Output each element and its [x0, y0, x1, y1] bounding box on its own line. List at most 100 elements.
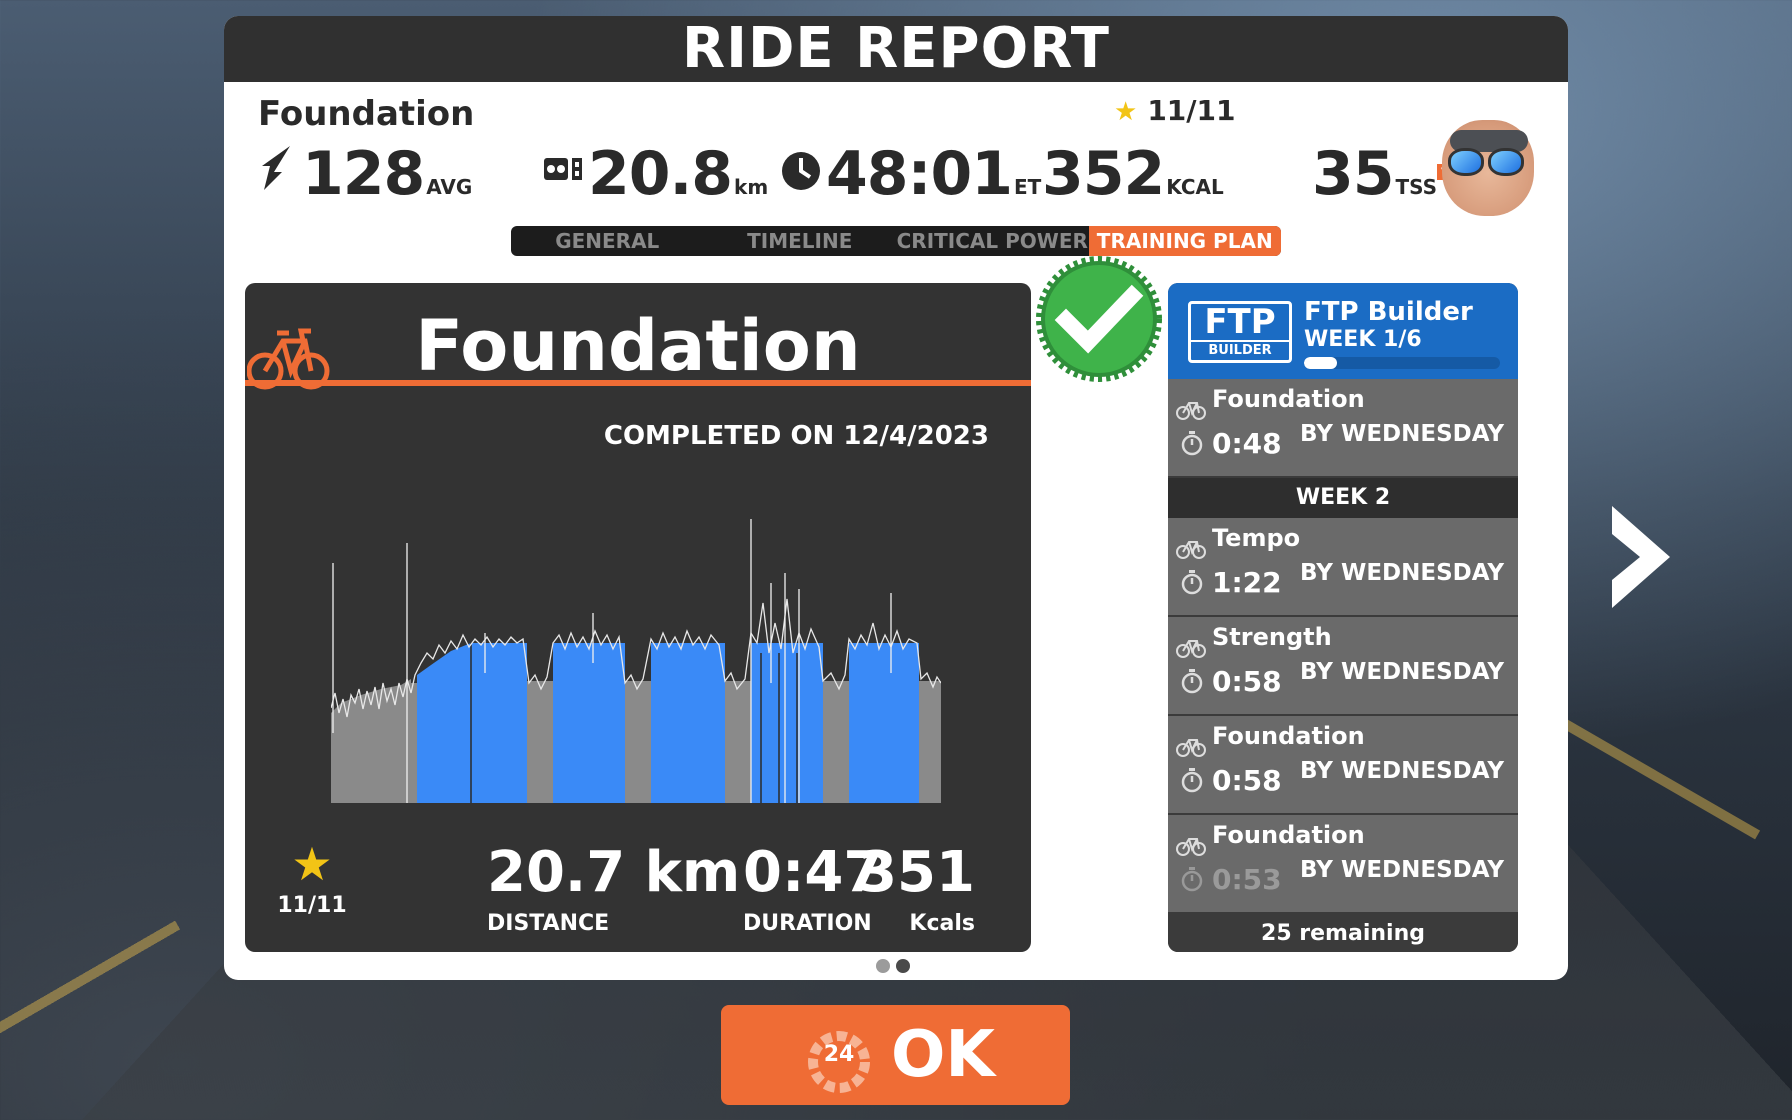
- stopwatch-icon: [1181, 867, 1203, 892]
- plan-item-due: BY WEDNESDAY: [1300, 560, 1504, 586]
- stars-earned-value: 11/11: [1147, 94, 1236, 127]
- plan-item-name: Foundation: [1212, 722, 1365, 750]
- plan-workout-item[interactable]: Tempo 1:22 BY WEDNESDAY: [1168, 518, 1518, 617]
- avatar[interactable]: [1442, 120, 1534, 216]
- page-indicator: [876, 958, 916, 977]
- plan-item-duration: 0:58: [1212, 764, 1282, 797]
- tss-value: 35: [1312, 139, 1394, 209]
- plan-workout-item[interactable]: Foundation 0:53 BY WEDNESDAY: [1168, 815, 1518, 914]
- plan-item-duration: 0:58: [1212, 665, 1282, 698]
- bike-icon: [1176, 640, 1206, 658]
- card-kcal-label: Kcals: [909, 911, 975, 936]
- graph-blue-block: [471, 643, 527, 803]
- chevron-right-icon[interactable]: [1604, 498, 1680, 616]
- card-stars-value: 11/11: [277, 893, 347, 918]
- graph-grey-segment: [725, 681, 751, 803]
- avg-power-stat: 128 AVG: [260, 144, 472, 204]
- graph-blue-ramp: [417, 643, 471, 803]
- plan-workout-item[interactable]: Foundation 0:58 BY WEDNESDAY: [1168, 716, 1518, 815]
- card-kcal: 351 Kcals: [858, 840, 975, 937]
- elapsed-time-value: 48:01: [826, 139, 1013, 209]
- elapsed-time-unit: ET: [1014, 175, 1042, 199]
- card-kcal-value: 351: [858, 840, 975, 905]
- plan-workout-item[interactable]: Strength 0:58 BY WEDNESDAY: [1168, 617, 1518, 716]
- tab-general[interactable]: GENERAL: [511, 226, 704, 256]
- bike-icon: [1176, 739, 1206, 757]
- stopwatch-icon: [1181, 431, 1203, 456]
- completed-date: COMPLETED ON 12/4/2023: [603, 421, 989, 451]
- bike-icon: [1176, 541, 1206, 559]
- graph-grey-segment: [919, 681, 941, 803]
- plan-week: WEEK 1/6: [1304, 327, 1422, 352]
- countdown-timer-icon: 24: [807, 1023, 871, 1093]
- workout-card: Foundation COMPLETED ON 12/4/2023 ★ 11/1…: [245, 283, 1031, 952]
- graph-blue-block: [751, 643, 823, 803]
- plan-progress-fill: [1304, 357, 1338, 369]
- graph-grey-segment: [625, 681, 651, 803]
- stopwatch-icon: [1181, 570, 1203, 595]
- stopwatch-icon: [1181, 768, 1203, 793]
- graph-grey-segment: [823, 681, 849, 803]
- ok-button[interactable]: 24 OK: [721, 1005, 1070, 1105]
- training-plan-list: FTP BUILDER FTP Builder WEEK 1/6 Foundat…: [1168, 283, 1518, 952]
- ride-workout-name: Foundation: [258, 94, 475, 134]
- star-icon: ★: [291, 837, 333, 891]
- graph-blue-block: [651, 643, 725, 803]
- clock-icon: [780, 144, 822, 198]
- page-dot[interactable]: [876, 959, 890, 973]
- distance-icon: [542, 144, 584, 198]
- plan-remaining-count: 25 remaining: [1168, 916, 1518, 952]
- plan-item-duration: 0:53: [1212, 863, 1282, 896]
- bike-icon: [1176, 838, 1206, 856]
- ftp-builder-logo: FTP BUILDER: [1188, 301, 1292, 363]
- tab-critical-power[interactable]: CRITICAL POWER: [896, 226, 1089, 256]
- plan-progress-bar: [1304, 357, 1500, 369]
- plan-name: FTP Builder: [1304, 297, 1473, 327]
- plan-item-due: BY WEDNESDAY: [1300, 421, 1504, 447]
- workout-power-graph: [331, 519, 941, 803]
- avatar-goggle-left: [1448, 148, 1484, 176]
- card-distance: 20.7 km DISTANCE: [487, 840, 741, 937]
- graph-blue-block: [553, 643, 625, 803]
- calories-unit: KCAL: [1166, 175, 1224, 199]
- plan-workout-item[interactable]: Foundation 0:48 BY WEDNESDAY: [1168, 379, 1518, 478]
- tab-training-plan[interactable]: TRAINING PLAN: [1088, 226, 1281, 256]
- calories-stat: 352 KCAL: [1042, 144, 1224, 204]
- plan-item-name: Foundation: [1212, 385, 1365, 413]
- avg-power-value: 128: [302, 139, 425, 209]
- distance-value: 20.8: [588, 139, 733, 209]
- plan-item-due: BY WEDNESDAY: [1300, 758, 1504, 784]
- avg-power-unit: AVG: [426, 175, 473, 199]
- countdown-value: 24: [823, 1042, 855, 1067]
- checkmark-badge-icon: [1036, 256, 1162, 382]
- plan-item-duration: 1:22: [1212, 566, 1282, 599]
- avatar-goggle-right: [1488, 148, 1524, 176]
- distance-unit: km: [734, 175, 769, 199]
- plan-item-name: Strength: [1212, 623, 1332, 651]
- ok-label: OK: [891, 1018, 995, 1092]
- tss-unit: TSS: [1395, 175, 1438, 199]
- ride-report-panel: RIDE REPORT Foundation ★ 11/11 128 AVG 20.…: [224, 16, 1568, 980]
- background-lane-line: [0, 920, 181, 1060]
- elapsed-time-stat: 48:01 ET: [780, 144, 1041, 204]
- card-distance-value: 20.7 km: [487, 840, 741, 905]
- power-icon: [260, 144, 298, 196]
- plan-item-name: Foundation: [1212, 821, 1365, 849]
- report-tabs: GENERAL TIMELINE CRITICAL POWER TRAINING…: [511, 226, 1281, 256]
- distance-stat: 20.8 km: [542, 144, 768, 204]
- workout-title: Foundation: [415, 305, 861, 387]
- page-dot-active[interactable]: [896, 959, 910, 973]
- plan-item-due: BY WEDNESDAY: [1300, 857, 1504, 883]
- page-title: RIDE REPORT: [224, 16, 1568, 82]
- title-divider: [245, 380, 1031, 386]
- calories-value: 352: [1042, 139, 1165, 209]
- bike-icon: [1176, 402, 1206, 420]
- plan-item-name: Tempo: [1212, 524, 1301, 552]
- star-icon: ★: [1114, 97, 1138, 127]
- tab-timeline[interactable]: TIMELINE: [704, 226, 897, 256]
- plan-item-due: BY WEDNESDAY: [1300, 659, 1504, 685]
- plan-week-heading: WEEK 2: [1168, 478, 1518, 518]
- graph-blue-block: [849, 643, 919, 803]
- plan-header: FTP BUILDER FTP Builder WEEK 1/6: [1168, 283, 1518, 379]
- stars-earned: ★ 11/11: [1114, 94, 1235, 127]
